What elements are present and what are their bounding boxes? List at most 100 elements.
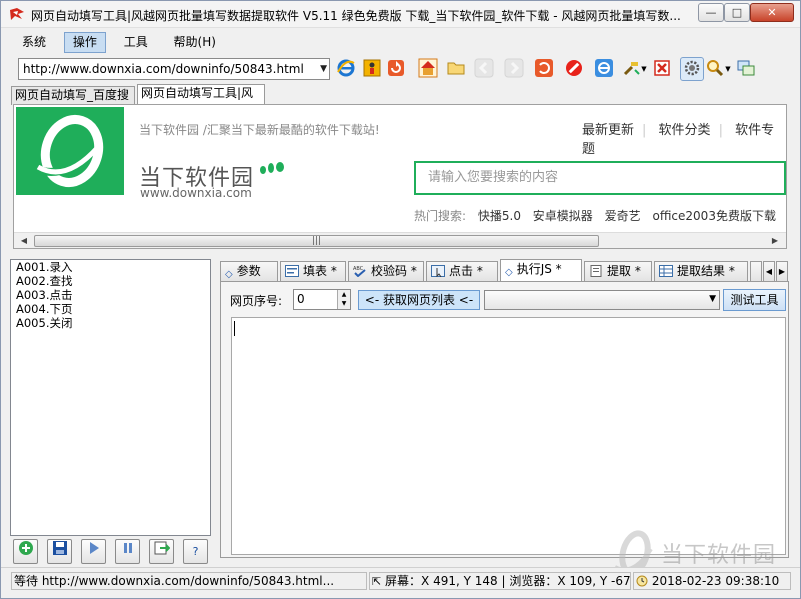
site-domain: www.downxia.com: [140, 186, 252, 200]
site-logo[interactable]: [16, 107, 124, 195]
status-message: 等待 http://www.downxia.com/downinfo/50843…: [11, 572, 367, 590]
scroll-right-icon[interactable]: ▶: [768, 234, 782, 248]
add-button[interactable]: [13, 539, 38, 564]
status-time: 2018-02-23 09:38:10: [633, 572, 791, 590]
site-nav: 最新更新 | 软件分类 | 软件专题: [582, 119, 786, 157]
scroll-left-icon[interactable]: ◀: [17, 234, 31, 248]
run-button[interactable]: [81, 539, 106, 564]
task-list[interactable]: A001.录入 A002.查找 A003.点击 A004.下页 A005.关闭: [10, 259, 211, 536]
text-caret: [234, 321, 235, 336]
ie-person-icon[interactable]: [360, 57, 384, 81]
chevron-down-icon[interactable]: ▼: [338, 299, 350, 308]
refresh-icon[interactable]: [384, 57, 408, 81]
chevron-down-icon[interactable]: ▼: [639, 57, 649, 81]
svg-text:ABC: ABC: [353, 266, 364, 272]
click-icon: [431, 265, 445, 277]
save-button[interactable]: [47, 539, 72, 564]
table-icon: [659, 265, 673, 277]
forward-arrow-icon[interactable]: [502, 57, 526, 81]
nav-category[interactable]: 软件分类: [659, 123, 711, 138]
stepper-arrows[interactable]: ▲ ▼: [337, 290, 350, 309]
chevron-down-icon[interactable]: ▼: [320, 59, 327, 79]
code-icon: ◇: [505, 267, 513, 278]
hot-link[interactable]: 快播5.0: [478, 209, 521, 223]
tab-scroll-right-icon[interactable]: ▶: [776, 261, 788, 282]
window-layout-icon[interactable]: [734, 57, 758, 81]
list-item[interactable]: A002.查找: [11, 274, 210, 288]
folder-icon[interactable]: [444, 57, 468, 81]
menu-system[interactable]: 系统: [14, 32, 54, 53]
hot-link[interactable]: 爱奇艺: [605, 209, 641, 223]
menu-bar: 系统 操作 工具 帮助(H): [14, 32, 230, 53]
get-page-list-button[interactable]: <- 获取网页列表 <-: [358, 290, 480, 310]
nav-divider: |: [642, 123, 647, 138]
reload-icon[interactable]: [532, 57, 556, 81]
pause-button[interactable]: [115, 539, 140, 564]
maximize-button[interactable]: □: [724, 3, 750, 22]
tab-captcha[interactable]: ABC 校验码 *: [348, 261, 424, 282]
delete-icon[interactable]: [650, 57, 674, 81]
hot-label: 热门搜索:: [414, 209, 467, 223]
test-tool-button[interactable]: 测试工具: [723, 289, 786, 311]
tab-extract[interactable]: 提取 *: [584, 261, 652, 282]
add-icon: [18, 541, 33, 555]
toolbar: http://www.downxia.com/downinfo/50843.ht…: [14, 56, 790, 84]
ie-icon[interactable]: [334, 57, 358, 81]
save-icon: [52, 541, 67, 555]
export-button[interactable]: [149, 539, 174, 564]
export-icon: [154, 541, 170, 555]
web-view[interactable]: 当下软件园 /汇聚当下最新最酷的软件下载站! 最新更新 | 软件分类 | 软件专题 …: [13, 104, 787, 249]
downxia-logo-icon: [34, 115, 104, 187]
site-header: 当下软件园 /汇聚当下最新最酷的软件下载站! 最新更新 | 软件分类 | 软件专题 …: [14, 105, 786, 235]
form-icon: [285, 265, 299, 277]
close-button[interactable]: ✕: [750, 3, 794, 22]
list-item[interactable]: A003.点击: [11, 288, 210, 302]
back-arrow-icon[interactable]: [472, 57, 496, 81]
horizontal-scrollbar[interactable]: ◀ ||| ▶: [14, 232, 786, 248]
url-text: http://www.downxia.com/downinfo/50843.ht…: [23, 62, 304, 76]
chevron-down-icon[interactable]: ▼: [723, 57, 733, 81]
url-combobox[interactable]: http://www.downxia.com/downinfo/50843.ht…: [18, 58, 330, 80]
tab-fill[interactable]: 填表 *: [280, 261, 346, 282]
site-search-input[interactable]: 请输入您要搜索的内容: [414, 161, 786, 195]
app-icon: [10, 8, 24, 20]
hot-link[interactable]: office2003免费版下载: [652, 209, 775, 223]
help-button[interactable]: ?: [183, 539, 208, 564]
tab-click[interactable]: 点击 *: [426, 261, 498, 282]
clock-icon: [636, 575, 648, 587]
nav-latest[interactable]: 最新更新: [582, 123, 634, 138]
status-coordinates: ⇱ 屏幕：X 491, Y 148 | 浏览器：X 109, Y -67: [369, 572, 631, 590]
tab-execute-js[interactable]: ◇ 执行JS *: [500, 259, 582, 282]
nav-divider: |: [718, 123, 723, 138]
scrollbar-thumb[interactable]: |||: [34, 235, 599, 247]
home-icon[interactable]: [416, 57, 440, 81]
stop-icon[interactable]: [562, 57, 586, 81]
minimize-button[interactable]: —: [698, 3, 724, 22]
watermark-text: 当下软件园: [661, 543, 777, 568]
page-select[interactable]: ▼: [484, 290, 720, 310]
menu-operate[interactable]: 操作: [63, 32, 106, 53]
tab-params[interactable]: ◇ 参数: [220, 261, 278, 282]
tab-scroll-left-icon[interactable]: ◀: [763, 261, 775, 282]
spellcheck-icon: ABC: [353, 266, 366, 277]
tab-downxia[interactable]: 网页自动填写工具|风: [137, 84, 265, 105]
tab-overflow[interactable]: [750, 261, 762, 282]
ie-go-icon[interactable]: [592, 57, 616, 81]
chevron-down-icon[interactable]: ▼: [709, 294, 716, 304]
tab-baidu[interactable]: 网页自动填写_百度搜: [11, 86, 135, 105]
leaf-dots-icon: [260, 162, 284, 174]
panel-tab-strip: ◇ 参数 填表 * ABC 校验码 * 点击 * ◇ 执行JS * 提取 * 提取结果…: [220, 259, 788, 282]
gear-icon[interactable]: [680, 57, 704, 81]
play-icon: [89, 542, 99, 554]
list-item[interactable]: A001.录入: [11, 260, 210, 274]
list-item[interactable]: A005.关闭: [11, 316, 210, 330]
pause-icon: [123, 543, 132, 553]
hot-link[interactable]: 安卓模拟器: [533, 209, 593, 223]
tab-extract-results[interactable]: 提取结果 *: [654, 261, 748, 282]
list-item[interactable]: A004.下页: [11, 302, 210, 316]
title-bar: 网页自动填写工具|风越网页批量填写数据提取软件 V5.11 绿色免费版 下载_当…: [1, 1, 800, 28]
menu-help[interactable]: 帮助(H): [166, 32, 224, 53]
seq-stepper[interactable]: 0 ▲ ▼: [293, 289, 351, 310]
chevron-up-icon[interactable]: ▲: [338, 290, 350, 299]
menu-tools[interactable]: 工具: [116, 32, 156, 53]
